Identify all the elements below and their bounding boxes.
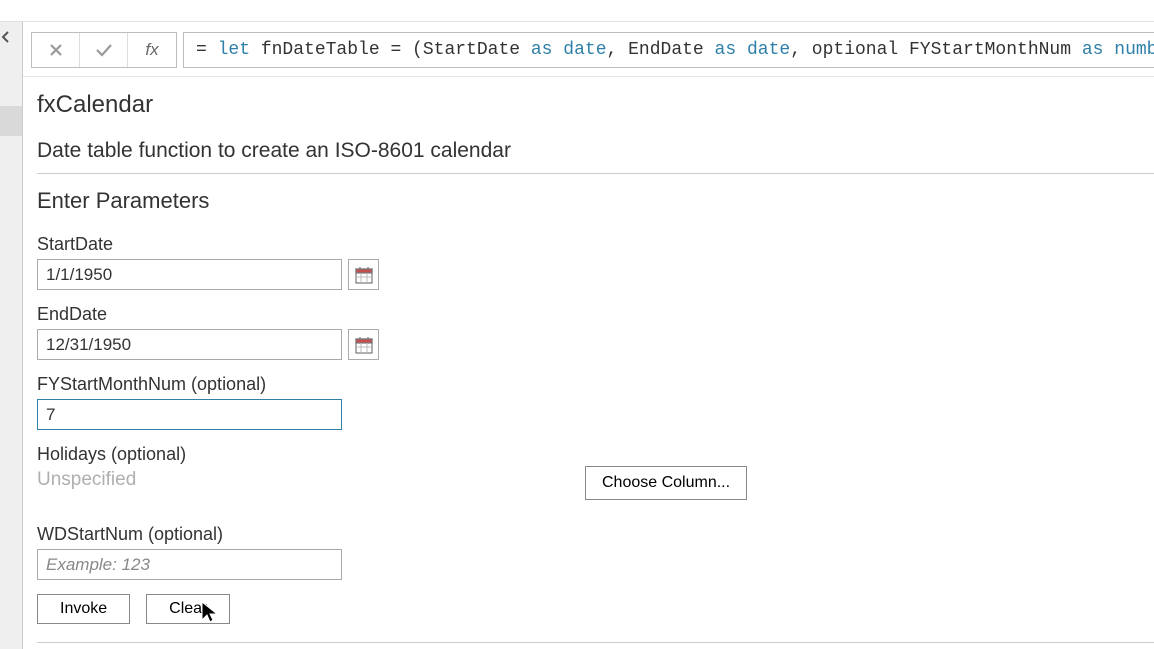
divider [37, 173, 1154, 174]
startdate-label: StartDate [37, 234, 1154, 255]
enddate-input[interactable] [37, 329, 342, 360]
choose-column-button[interactable]: Choose Column... [585, 466, 747, 500]
sidebar-collapse-button[interactable] [0, 22, 22, 52]
queries-sidebar [0, 22, 23, 649]
sidebar-selected-query[interactable] [0, 106, 22, 136]
clear-button[interactable]: Clear [146, 594, 230, 624]
formula-confirm-button[interactable] [80, 33, 128, 67]
formula-bar: fx = let fnDateTable = (StartDate as dat… [23, 22, 1154, 77]
enddate-label: EndDate [37, 304, 1154, 325]
formula-cancel-button[interactable] [32, 33, 80, 67]
calendar-icon [355, 336, 373, 354]
formula-input[interactable]: = let fnDateTable = (StartDate as date, … [183, 32, 1154, 68]
function-description: Date table function to create an ISO-860… [37, 139, 1154, 163]
section-header: Enter Parameters [37, 188, 1154, 214]
wdstart-label: WDStartNum (optional) [37, 524, 1154, 545]
fystart-label: FYStartMonthNum (optional) [37, 374, 1154, 395]
wdstart-input[interactable] [37, 549, 342, 580]
fystart-input[interactable] [37, 399, 342, 430]
holidays-value: Unspecified [37, 469, 577, 491]
startdate-calendar-button[interactable] [348, 259, 379, 290]
fx-label: fx [128, 33, 176, 67]
calendar-icon [355, 266, 373, 284]
divider [37, 642, 1154, 643]
holidays-label: Holidays (optional) [37, 444, 577, 465]
enddate-calendar-button[interactable] [348, 329, 379, 360]
function-name: fxCalendar [37, 91, 1154, 119]
startdate-input[interactable] [37, 259, 342, 290]
invoke-button[interactable]: Invoke [37, 594, 130, 624]
